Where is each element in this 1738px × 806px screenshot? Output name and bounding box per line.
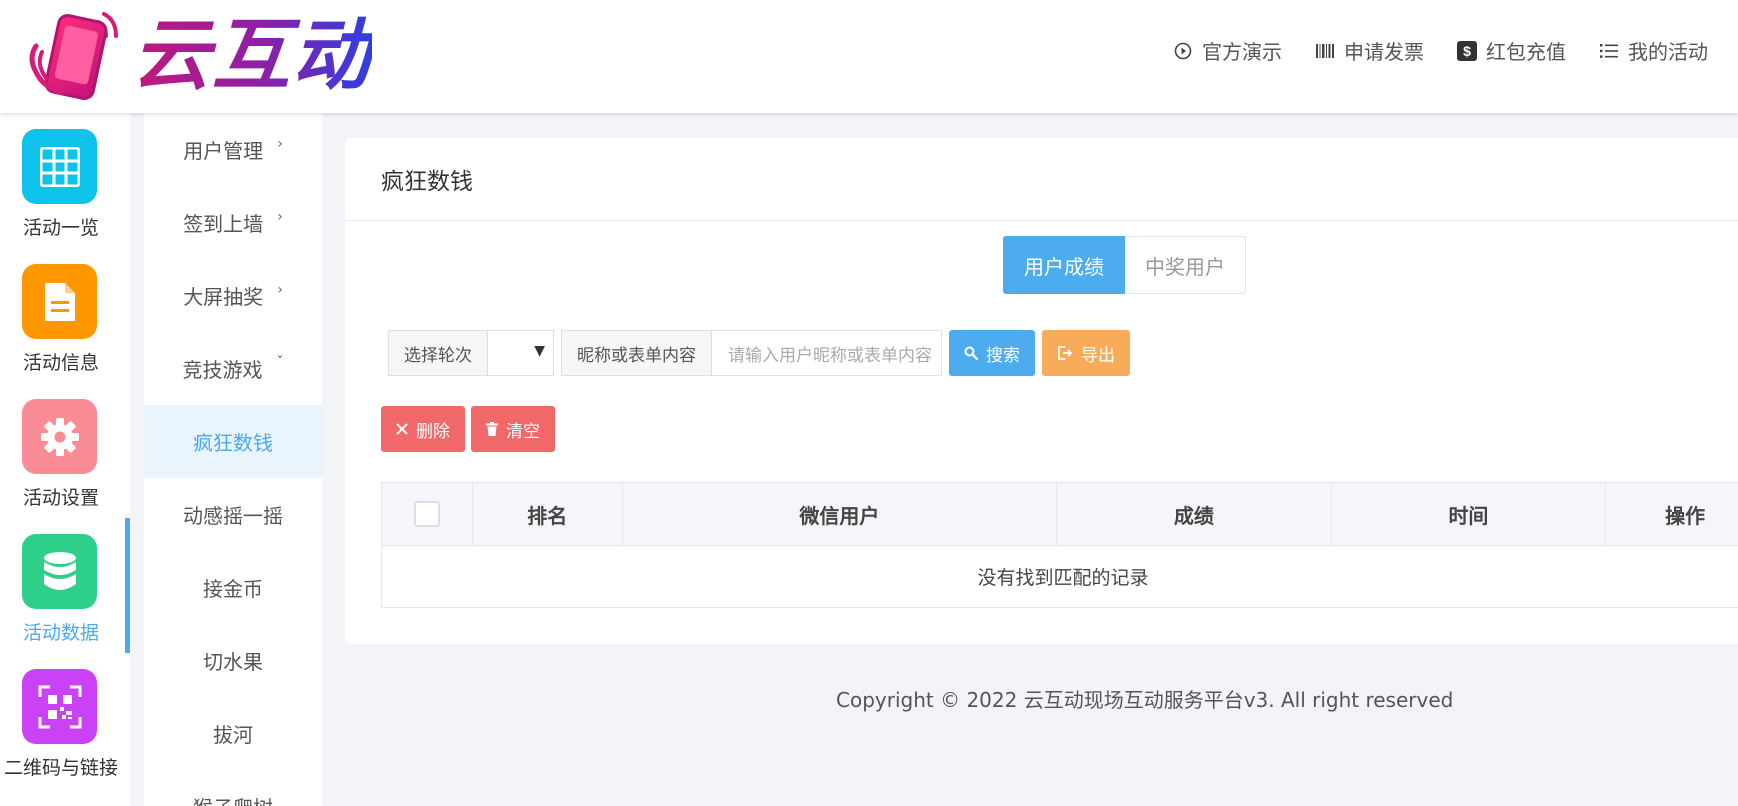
rail-label: 活动数据 — [22, 622, 99, 644]
submenu-label: 动感摇一摇 — [183, 504, 283, 528]
empty-message: 没有找到匹配的记录 — [977, 567, 1149, 589]
submenu-item-crazy-money-count[interactable]: 疯狂数钱 — [144, 405, 322, 478]
submenu-label: 签到上墙 — [183, 212, 264, 236]
rail-item-overview[interactable]: 活动一览 — [0, 113, 130, 248]
submenu-label: 接金币 — [203, 577, 263, 601]
round-select[interactable]: ▼ — [488, 330, 554, 376]
qrcode-icon — [22, 669, 97, 744]
delete-button-label: 删除 — [416, 421, 450, 442]
export-button[interactable]: 导出 — [1042, 330, 1130, 376]
table-empty-row: 没有找到匹配的记录 — [382, 546, 1738, 607]
submenu-item-user-management[interactable]: 用户管理 › — [144, 113, 322, 186]
column-header-wechat-user[interactable]: 微信用户 — [623, 483, 1058, 545]
barcode-icon — [1314, 40, 1336, 62]
select-all-cell — [382, 483, 473, 545]
rail-label: 活动设置 — [22, 487, 99, 509]
search-field-label: 昵称或表单内容 — [561, 330, 712, 376]
play-circle-icon — [1172, 40, 1194, 62]
filter-bar: 选择轮次 ▼ 昵称或表单内容 请输入用户昵称或表单内容 搜索 导出 — [388, 330, 1130, 376]
column-header-score[interactable]: 成绩 — [1057, 483, 1332, 545]
search-button-label: 搜索 — [986, 345, 1020, 366]
top-nav: 官方演示 申请发票 $ 红包充值 我的活动 — [1172, 36, 1708, 65]
brand-name: 云互动 — [132, 8, 372, 104]
delete-button[interactable]: 删除 — [381, 406, 465, 452]
clear-button[interactable]: 清空 — [471, 406, 555, 452]
submenu-item-tug-of-war[interactable]: 拔河 — [144, 697, 322, 770]
grid-icon — [22, 129, 97, 204]
rail-item-info[interactable]: 活动信息 — [0, 248, 130, 383]
submenu-label: 疯狂数钱 — [193, 431, 273, 455]
chevron-right-icon: › — [277, 281, 283, 298]
top-header: 云互动 官方演示 申请发票 $ 红包充值 我的活动 — [0, 0, 1738, 113]
icon-rail: 活动一览 活动信息 活动设置 活动数据 二维码与链接 — [0, 113, 130, 806]
phone-logo-icon — [26, 6, 124, 106]
column-header-rank[interactable]: 排名 — [473, 483, 623, 545]
submenu-item-catch-coins[interactable]: 接金币 — [144, 551, 322, 624]
export-button-label: 导出 — [1081, 345, 1115, 366]
dollar-icon: $ — [1456, 40, 1478, 62]
brand-logo[interactable]: 云互动 — [26, 6, 372, 106]
search-button[interactable]: 搜索 — [949, 330, 1035, 376]
submenu-label: 切水果 — [203, 650, 263, 674]
rail-label: 活动一览 — [22, 217, 99, 239]
rail-item-data[interactable]: 活动数据 — [0, 518, 130, 653]
submenu-item-monkey-climb[interactable]: 猴子爬树 — [144, 770, 322, 806]
submenu-label: 大屏抽奖 — [183, 285, 264, 309]
tab-user-scores[interactable]: 用户成绩 — [1003, 236, 1125, 294]
page-title: 疯狂数钱 — [381, 169, 473, 195]
nav-label: 申请发票 — [1344, 40, 1424, 64]
chevron-down-icon: ˇ — [276, 354, 284, 371]
nav-official-demo[interactable]: 官方演示 — [1172, 36, 1282, 65]
export-icon — [1057, 346, 1073, 360]
records-table: 排名 微信用户 成绩 时间 操作 没有找到匹配的记录 — [381, 482, 1738, 608]
search-input[interactable]: 请输入用户昵称或表单内容 — [712, 330, 942, 376]
submenu-label: 用户管理 — [183, 139, 264, 163]
submenu-item-big-screen-lottery[interactable]: 大屏抽奖 › — [144, 259, 322, 332]
main-panel: 疯狂数钱 用户成绩 中奖用户 选择轮次 ▼ 昵称或表单内容 请输入用户昵称或表单… — [345, 138, 1738, 644]
submenu-item-shake[interactable]: 动感摇一摇 — [144, 478, 322, 551]
nav-apply-invoice[interactable]: 申请发票 — [1314, 36, 1424, 65]
caret-down-icon: ▼ — [534, 343, 545, 359]
submenu-label: 竞技游戏 — [182, 358, 263, 382]
nav-label: 红包充值 — [1486, 40, 1566, 64]
chevron-right-icon: › — [277, 208, 283, 225]
gear-icon — [22, 399, 97, 474]
submenu-item-competitive-games[interactable]: 竞技游戏 ˇ — [144, 332, 322, 405]
rail-label: 活动信息 — [22, 352, 99, 374]
table-header: 排名 微信用户 成绩 时间 操作 — [382, 483, 1738, 546]
nav-label: 官方演示 — [1202, 40, 1282, 64]
chevron-right-icon: › — [277, 135, 283, 152]
column-header-actions: 操作 — [1665, 503, 1706, 528]
trash-icon — [486, 422, 498, 436]
close-icon — [396, 423, 408, 435]
document-icon — [22, 264, 97, 339]
round-select-label: 选择轮次 — [388, 330, 488, 376]
nav-red-packet-recharge[interactable]: $ 红包充值 — [1456, 36, 1566, 65]
svg-text:$: $ — [1463, 43, 1471, 59]
column-header-time[interactable]: 时间 — [1332, 483, 1607, 545]
submenu-label: 猴子爬树 — [193, 792, 273, 806]
nav-label: 我的活动 — [1628, 40, 1708, 64]
sub-menu: 用户管理 › 签到上墙 › 大屏抽奖 › 竞技游戏 ˇ 疯狂数钱 动感摇一摇 接金币 切… — [144, 113, 322, 806]
rail-item-qrcode[interactable]: 二维码与链接 — [0, 653, 130, 788]
submenu-item-fruit-slice[interactable]: 切水果 — [144, 624, 322, 697]
rail-item-settings[interactable]: 活动设置 — [0, 383, 130, 518]
bulk-actions: 删除 清空 — [381, 406, 555, 452]
list-icon — [1598, 40, 1620, 62]
result-tabs: 用户成绩 中奖用户 — [1003, 236, 1246, 294]
rail-label: 二维码与链接 — [3, 757, 118, 779]
tab-winning-users[interactable]: 中奖用户 — [1125, 236, 1246, 294]
clear-button-label: 清空 — [506, 421, 540, 442]
footer-copyright: Copyright © 2022 云互动现场互动服务平台v3. All righ… — [836, 688, 1454, 712]
submenu-item-checkin-wall[interactable]: 签到上墙 › — [144, 186, 322, 259]
divider — [345, 220, 1738, 221]
nav-my-activities[interactable]: 我的活动 — [1598, 36, 1708, 65]
select-all-checkbox[interactable] — [413, 501, 440, 527]
database-icon — [22, 534, 97, 609]
search-icon — [964, 346, 978, 360]
submenu-label: 拔河 — [213, 723, 253, 747]
